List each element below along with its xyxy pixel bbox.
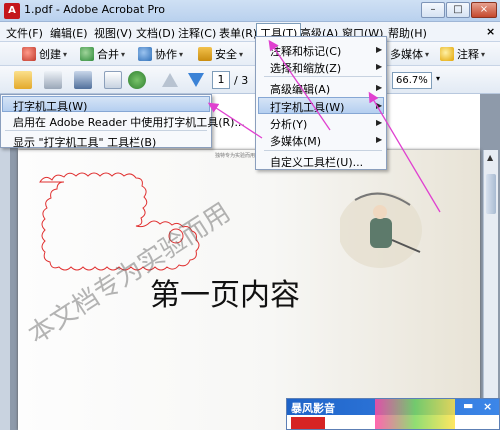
submenu-arrow-icon: ▶ <box>376 118 383 127</box>
menu-item-analysis[interactable]: 分析(Y) <box>270 116 307 132</box>
ad-banner[interactable] <box>291 417 325 429</box>
submenu-item-typewriter-tool[interactable]: 打字机工具(W) <box>13 98 87 114</box>
menu-separator <box>264 76 382 77</box>
submenu-arrow-icon: ▶ <box>376 135 383 144</box>
ad-close-icon[interactable]: × <box>483 400 492 413</box>
acrobat-window: A 1.pdf - Adobe Acrobat Pro – □ × 文件(F) … <box>0 0 500 430</box>
ad-popup[interactable]: 暴风影音 ▬ × <box>286 398 500 430</box>
submenu-arrow-icon: ▶ <box>376 101 383 110</box>
submenu-item-show-toolbar[interactable]: 显示 "打字机工具" 工具栏(B) <box>13 134 156 150</box>
menu-item-comment-markup[interactable]: 注释和标记(C) <box>270 43 341 59</box>
menu-item-multimedia[interactable]: 多媒体(M) <box>270 133 321 149</box>
submenu-separator <box>5 130 207 131</box>
ad-image[interactable] <box>375 399 455 429</box>
menu-item-typewriter[interactable]: 打字机工具(W) <box>270 99 344 115</box>
menu-separator <box>264 150 382 151</box>
cloud-annotation[interactable] <box>0 0 500 430</box>
submenu-arrow-icon: ▶ <box>376 62 383 71</box>
submenu-item-enable-in-reader[interactable]: 启用在 Adobe Reader 中使用打字机工具(R)... <box>13 114 245 130</box>
menu-item-advanced-editing[interactable]: 高级编辑(A) <box>270 81 330 97</box>
page-heading: 第一页内容 <box>150 278 300 313</box>
submenu-arrow-icon: ▶ <box>376 83 383 92</box>
submenu-arrow-icon: ▶ <box>376 45 383 54</box>
typewriter-submenu: 打字机工具(W) 启用在 Adobe Reader 中使用打字机工具(R)...… <box>0 94 245 150</box>
ad-brand: 暴风影音 <box>291 402 335 415</box>
tools-menu-dropdown: 注释和标记(C) ▶ 选择和缩放(Z) ▶ 高级编辑(A) ▶ 打字机工具(W)… <box>255 36 387 170</box>
menu-item-select-zoom[interactable]: 选择和缩放(Z) <box>270 60 341 76</box>
menu-item-customize-toolbars[interactable]: 自定义工具栏(U)... <box>270 154 363 170</box>
ad-minimize-icon[interactable]: ▬ <box>463 399 473 412</box>
